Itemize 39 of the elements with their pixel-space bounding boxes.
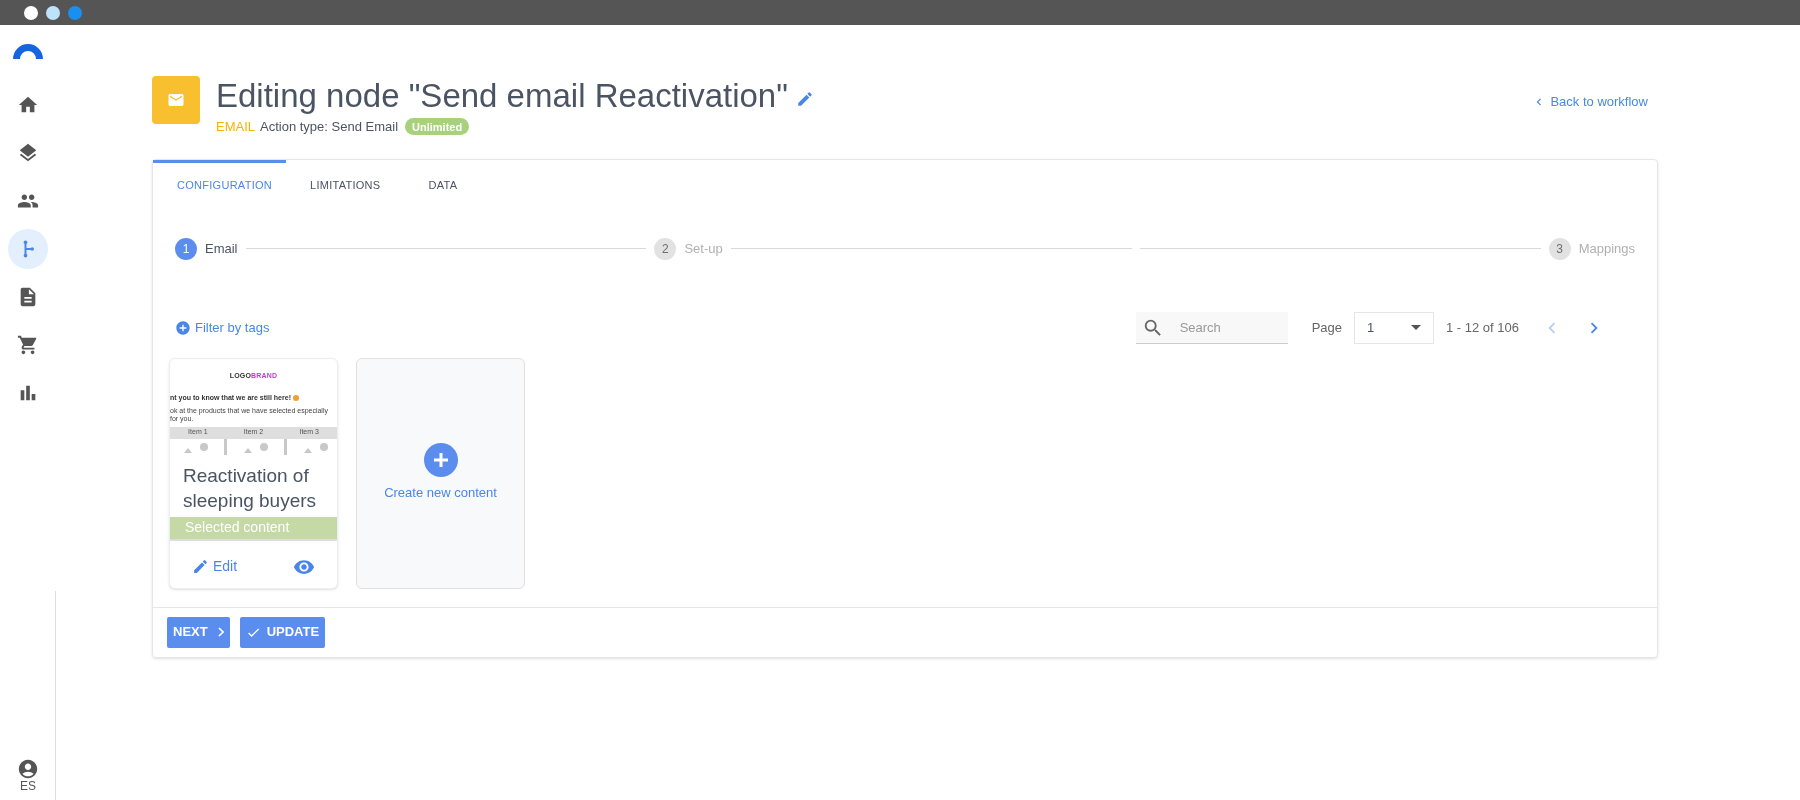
step-label: Set-up [684, 239, 723, 258]
user-initials: ES [20, 780, 36, 792]
step-label: Email [205, 239, 238, 258]
emoji-icon [292, 395, 299, 402]
search-field[interactable]: Search [1135, 311, 1288, 344]
step-number: 2 [654, 237, 677, 260]
tab[interactable]: LIMITATIONS [286, 159, 405, 208]
edit-icon[interactable] [795, 90, 814, 108]
back-link[interactable]: Back to workflow [1532, 92, 1648, 112]
page-label: Page [1311, 318, 1342, 337]
pencil-icon [192, 558, 209, 575]
step-number: 3 [1548, 237, 1571, 260]
account-icon[interactable] [17, 758, 39, 780]
page-title: Editing node "Send email Reactivation" [216, 76, 788, 116]
mail-icon [167, 91, 185, 109]
sidebar-item[interactable] [8, 229, 48, 269]
add-icon [423, 443, 458, 478]
dropdown-icon [1411, 325, 1421, 330]
filter-by-tags-button[interactable]: Filter by tags [175, 317, 270, 338]
tab[interactable]: CONFIGURATION [153, 159, 286, 208]
page-range: 1 - 12 of 106 [1446, 318, 1519, 337]
page-select[interactable]: 1 [1354, 311, 1434, 344]
edit-link[interactable]: Edit [192, 556, 238, 577]
selected-content-banner: Selected content [170, 516, 337, 541]
template-title: Reactivation of sleeping buyers [182, 463, 318, 513]
update-button[interactable]: UPDATE [239, 616, 326, 648]
cart-icon [17, 334, 39, 356]
action-type-text: Action type: Send Email [260, 118, 399, 136]
unlimited-badge: Unlimited [405, 118, 470, 136]
logo-icon[interactable] [13, 43, 43, 59]
chevron-right-icon [217, 627, 224, 637]
type-label: EMAIL [216, 118, 255, 136]
tab[interactable]: DATA [404, 159, 482, 208]
step-label: Mappings [1578, 239, 1635, 258]
layers-icon [17, 142, 39, 164]
step-number: 1 [175, 237, 197, 260]
next-button[interactable]: NEXT [167, 616, 230, 648]
create-content-card[interactable]: Create new content [356, 357, 525, 589]
add-icon [175, 319, 191, 336]
